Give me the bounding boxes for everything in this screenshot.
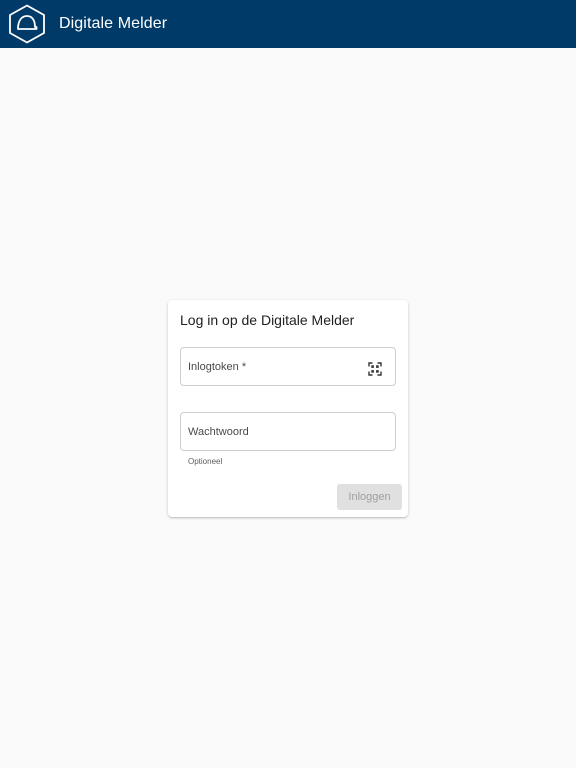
login-token-label: Inlogtoken * [188, 361, 247, 373]
hexagon-helmet-icon [9, 4, 45, 44]
app-title: Digitale Melder [59, 15, 168, 32]
password-field[interactable]: Wachtwoord [180, 412, 396, 451]
password-label: Wachtwoord [188, 426, 249, 438]
qr-code-scan-icon[interactable] [368, 362, 382, 376]
app-bar: Digitale Melder [0, 0, 576, 48]
login-button[interactable]: Inloggen [337, 484, 402, 510]
login-token-field[interactable]: Inlogtoken * [180, 347, 396, 386]
password-helper-text: Optioneel [188, 457, 223, 466]
login-card-title: Log in op de Digitale Melder [180, 312, 355, 328]
